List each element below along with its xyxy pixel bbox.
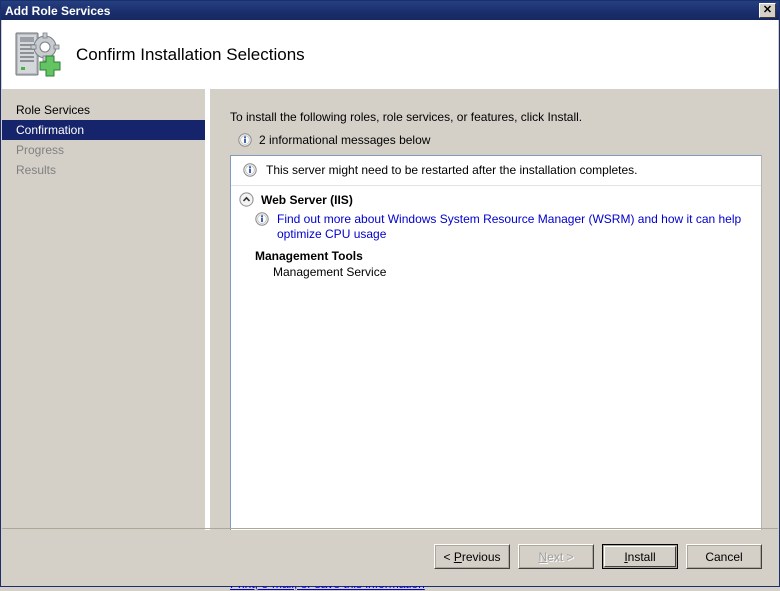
footer-divider — [2, 528, 778, 529]
chevron-up-icon[interactable] — [239, 192, 254, 207]
wizard-steps-sidebar: Role Services Confirmation Progress Resu… — [2, 89, 205, 586]
previous-button[interactable]: < Previous — [434, 544, 510, 569]
subgroup-item-management-service: Management Service — [273, 265, 387, 279]
content-pane: To install the following roles, role ser… — [210, 89, 778, 591]
sidebar-item-progress: Progress — [16, 143, 65, 157]
info-summary-label: 2 informational messages below — [259, 133, 431, 147]
server-add-role-icon — [12, 29, 64, 81]
selections-panel[interactable]: This server might need to be restarted a… — [230, 155, 762, 566]
group-title: Web Server (IIS) — [261, 192, 353, 207]
intro-text: To install the following roles, role ser… — [230, 110, 583, 124]
sidebar-item-confirmation[interactable]: Confirmation — [2, 120, 205, 140]
sidebar-item-role-services[interactable]: Role Services — [2, 100, 205, 120]
button-bar: < Previous Next > Install Cancel — [434, 544, 762, 569]
add-role-services-window: Add Role Services ✕ Confirm Installation… — [0, 0, 780, 591]
info-icon — [243, 163, 257, 177]
next-button: Next > — [518, 544, 594, 569]
window-title: Add Role Services — [5, 3, 111, 18]
restart-message-text: This server might need to be restarted a… — [266, 163, 638, 177]
install-button[interactable]: Install — [602, 544, 678, 569]
sidebar-item-results: Results — [16, 163, 57, 177]
wsrm-link[interactable]: Find out more about Windows System Resou… — [277, 212, 749, 242]
cancel-button-label: Cancel — [705, 549, 743, 564]
info-summary: 2 informational messages below — [238, 133, 430, 147]
titlebar: Add Role Services ✕ — [1, 1, 779, 20]
restart-message-row: This server might need to be restarted a… — [231, 156, 761, 186]
close-icon: ✕ — [762, 4, 773, 16]
close-button[interactable]: ✕ — [759, 3, 776, 18]
install-button-label: Install — [624, 549, 656, 564]
group-header-web-server[interactable]: Web Server (IIS) — [231, 186, 761, 209]
previous-button-label: < Previous — [443, 549, 501, 564]
wizard-header: Confirm Installation Selections — [2, 20, 778, 89]
info-icon — [255, 212, 269, 226]
body-area: Role Services Confirmation Progress Resu… — [2, 89, 778, 591]
cancel-button[interactable]: Cancel — [686, 544, 762, 569]
footer: < Previous Next > Install Cancel — [2, 530, 778, 586]
page-title: Confirm Installation Selections — [76, 44, 305, 64]
install-button-inner: Install — [604, 546, 676, 567]
info-icon — [238, 133, 252, 147]
subgroup-title-management-tools: Management Tools — [255, 249, 363, 263]
wsrm-info-row[interactable]: Find out more about Windows System Resou… — [231, 209, 761, 244]
next-button-label: Next > — [538, 549, 574, 564]
